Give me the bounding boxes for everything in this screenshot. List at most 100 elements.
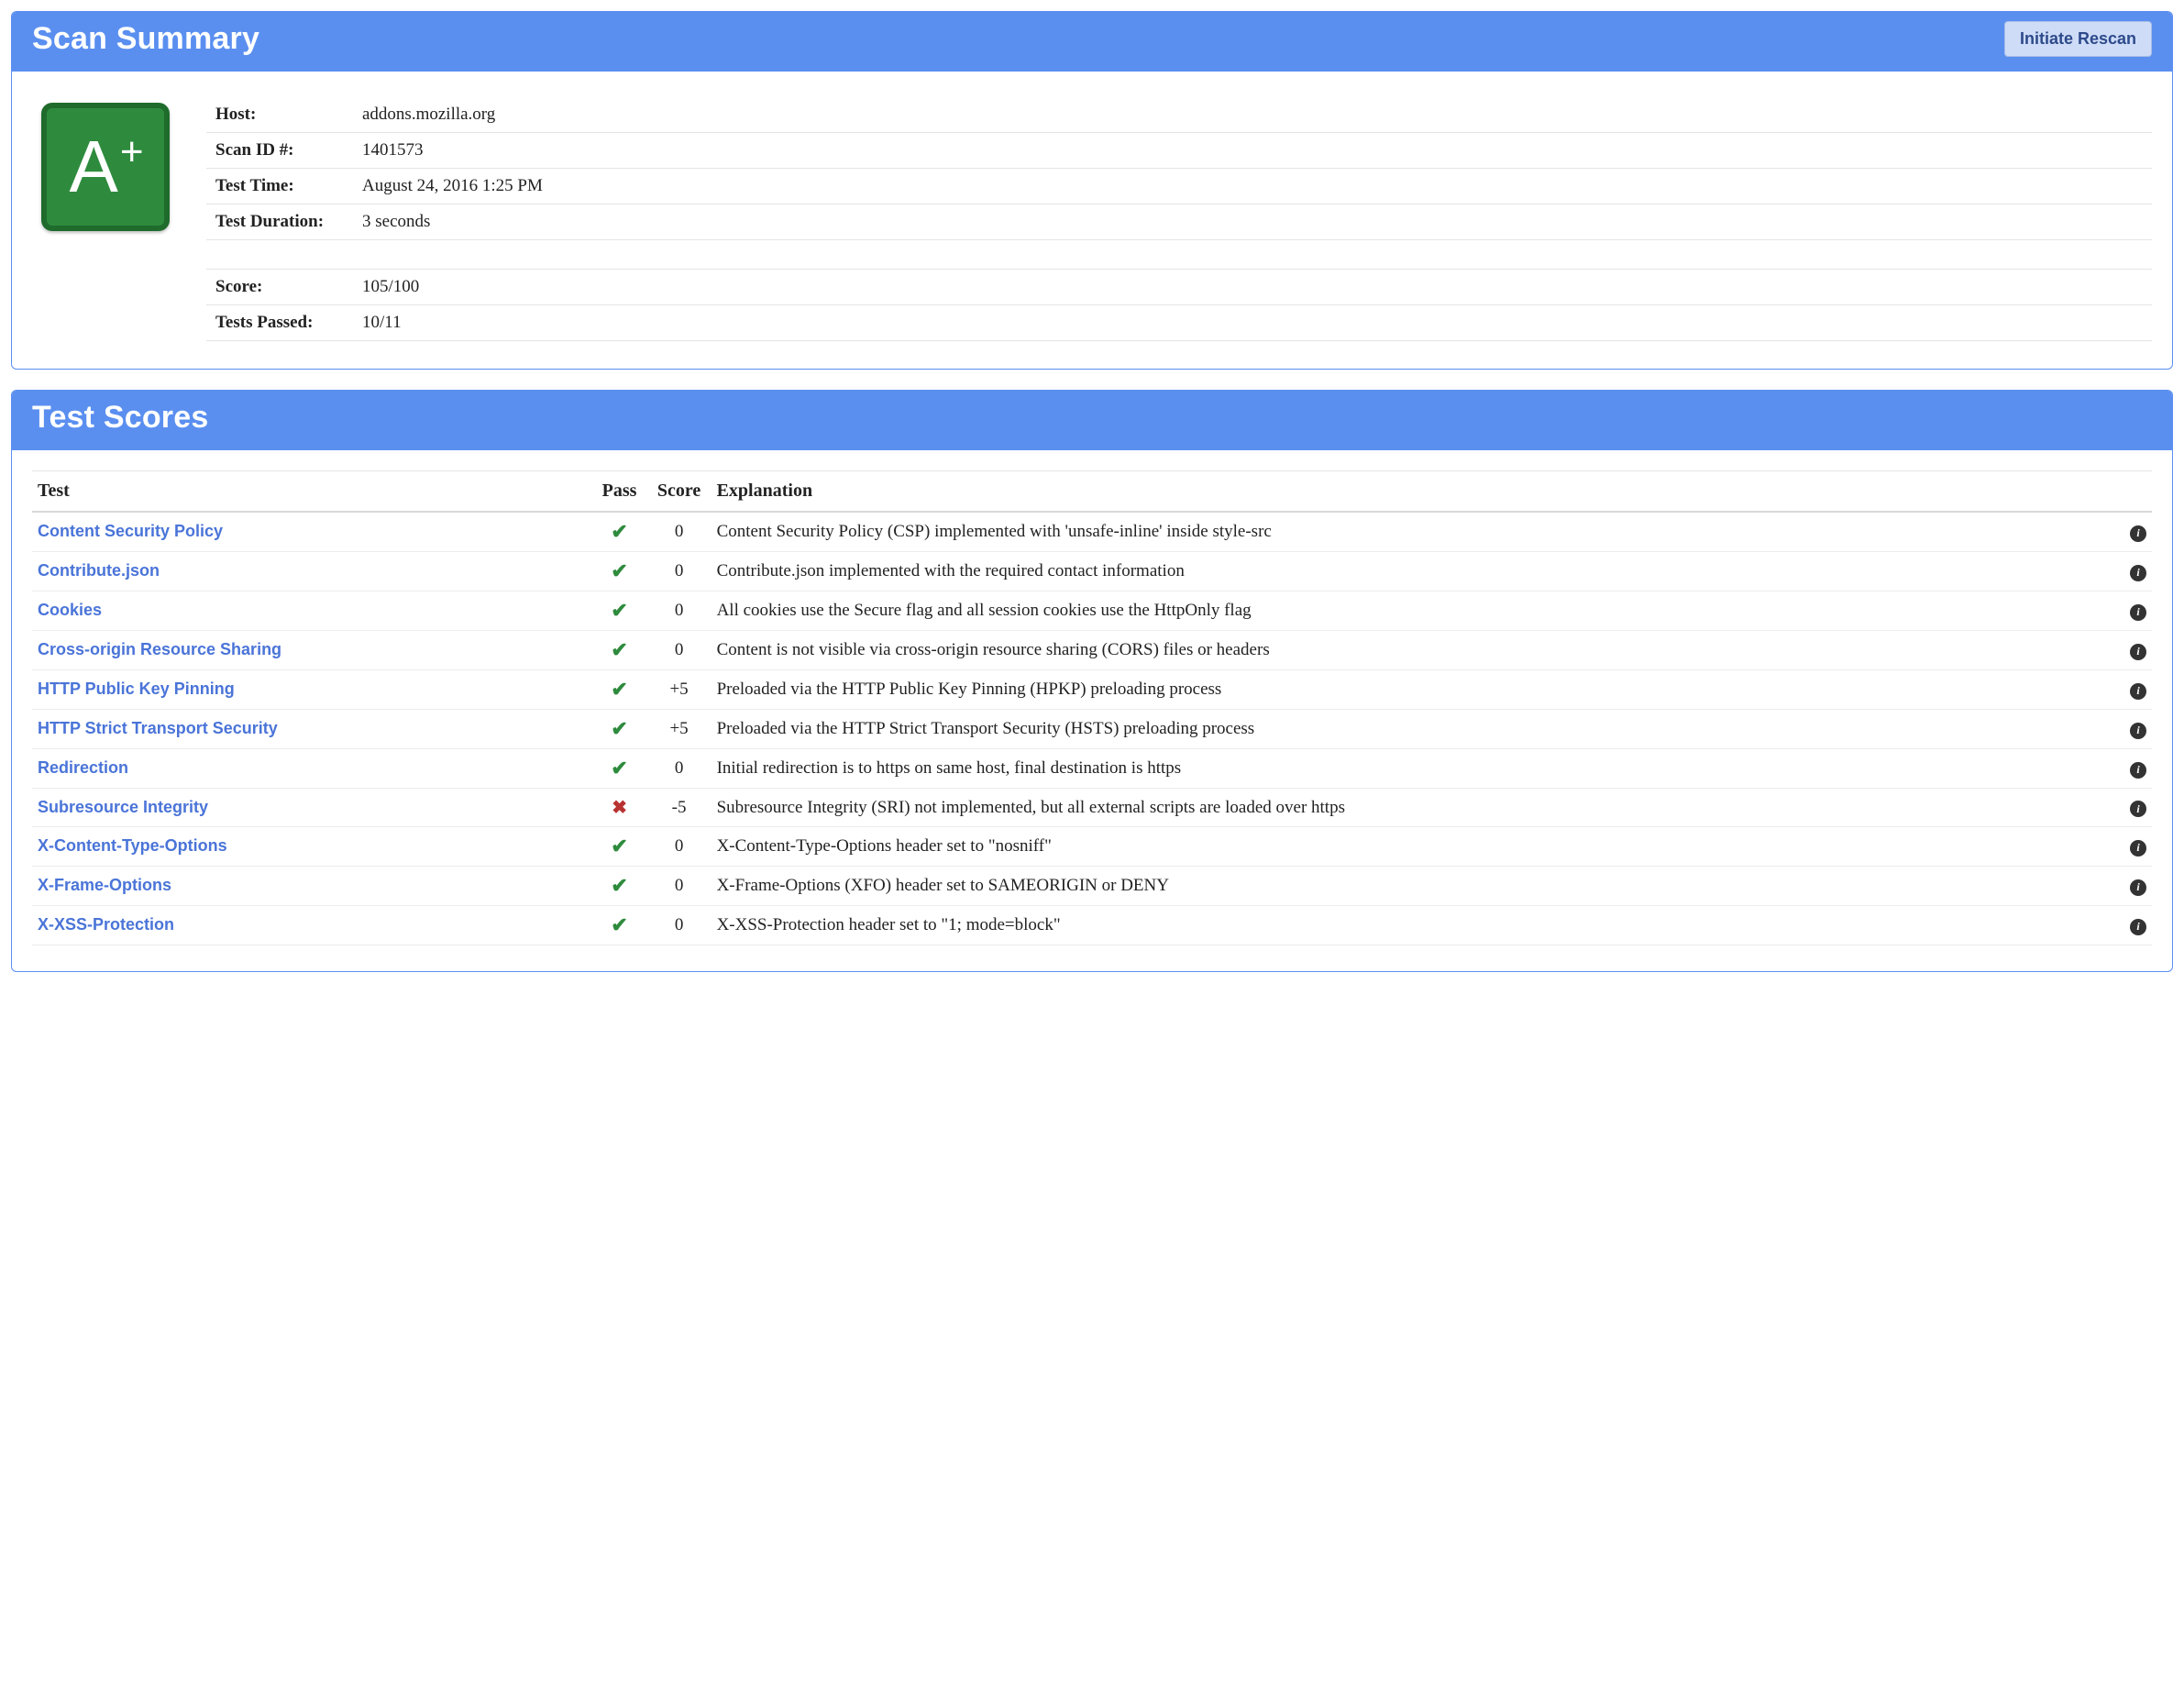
info-icon[interactable]: i [2130, 879, 2146, 896]
test-link[interactable]: Contribute.json [38, 561, 160, 580]
col-header-score: Score [647, 471, 711, 513]
explanation-cell: Content is not visible via cross-origin … [711, 631, 2115, 670]
grade-badge: A + [41, 103, 170, 231]
grade-suffix: + [120, 129, 144, 175]
test-name-cell: Cookies [32, 591, 592, 631]
info-icon[interactable]: i [2130, 604, 2146, 621]
score-cell: 0 [647, 512, 711, 552]
cross-icon: ✖ [612, 796, 627, 819]
info-cell: i [2115, 710, 2152, 749]
score-cell: 0 [647, 552, 711, 591]
test-name-cell: Content Security Policy [32, 512, 592, 552]
summary-table: Host: addons.mozilla.org Scan ID #: 1401… [206, 97, 2152, 341]
initiate-rescan-button[interactable]: Initiate Rescan [2004, 21, 2152, 57]
explanation-cell: X-Frame-Options (XFO) header set to SAME… [711, 867, 2115, 906]
table-row: Contribute.json✔0Contribute.json impleme… [32, 552, 2152, 591]
test-link[interactable]: Subresource Integrity [38, 798, 208, 816]
summary-label: Score: [206, 270, 353, 305]
check-icon: ✔ [611, 520, 627, 544]
test-scores-body: Test Pass Score Explanation Content Secu… [12, 450, 2172, 971]
table-row: Subresource Integrity✖-5Subresource Inte… [32, 789, 2152, 827]
info-cell: i [2115, 827, 2152, 867]
summary-label: Tests Passed: [206, 305, 353, 341]
info-cell: i [2115, 906, 2152, 945]
scan-summary-body: A + Host: addons.mozilla.org Scan ID #: … [12, 72, 2172, 369]
check-icon: ✔ [611, 559, 627, 583]
info-icon[interactable]: i [2130, 762, 2146, 779]
info-icon[interactable]: i [2130, 840, 2146, 857]
summary-value: 105/100 [353, 270, 2152, 305]
check-icon: ✔ [611, 717, 627, 741]
test-link[interactable]: Cookies [38, 601, 102, 619]
col-header-pass: Pass [592, 471, 647, 513]
score-cell: 0 [647, 631, 711, 670]
test-link[interactable]: Content Security Policy [38, 522, 223, 540]
test-link[interactable]: HTTP Strict Transport Security [38, 719, 278, 737]
pass-cell: ✔ [592, 867, 647, 906]
table-row: HTTP Strict Transport Security✔+5Preload… [32, 710, 2152, 749]
info-icon[interactable]: i [2130, 723, 2146, 739]
check-icon: ✔ [611, 678, 627, 702]
check-icon: ✔ [611, 757, 627, 780]
info-cell: i [2115, 867, 2152, 906]
table-row: HTTP Public Key Pinning✔+5Preloaded via … [32, 670, 2152, 710]
explanation-cell: X-Content-Type-Options header set to "no… [711, 827, 2115, 867]
scan-summary-header: Scan Summary Initiate Rescan [12, 12, 2172, 72]
info-cell: i [2115, 591, 2152, 631]
summary-row-spacer [206, 240, 2152, 270]
info-icon[interactable]: i [2130, 683, 2146, 700]
test-name-cell: HTTP Public Key Pinning [32, 670, 592, 710]
check-icon: ✔ [611, 638, 627, 662]
summary-row-duration: Test Duration: 3 seconds [206, 204, 2152, 240]
score-cell: 0 [647, 827, 711, 867]
test-scores-panel: Test Scores Test Pass Score Explanation … [11, 390, 2173, 972]
info-icon[interactable]: i [2130, 801, 2146, 817]
test-link[interactable]: X-Content-Type-Options [38, 836, 227, 855]
summary-row-scanid: Scan ID #: 1401573 [206, 133, 2152, 169]
pass-cell: ✔ [592, 906, 647, 945]
pass-cell: ✔ [592, 552, 647, 591]
explanation-cell: Content Security Policy (CSP) implemente… [711, 512, 2115, 552]
info-cell: i [2115, 789, 2152, 827]
pass-cell: ✔ [592, 591, 647, 631]
check-icon: ✔ [611, 834, 627, 858]
check-icon: ✔ [611, 913, 627, 937]
test-link[interactable]: X-Frame-Options [38, 876, 171, 894]
summary-value: addons.mozilla.org [353, 97, 2152, 133]
col-header-info [2115, 471, 2152, 513]
test-link[interactable]: Cross-origin Resource Sharing [38, 640, 281, 658]
summary-value: 1401573 [353, 133, 2152, 169]
summary-value: 3 seconds [353, 204, 2152, 240]
info-icon[interactable]: i [2130, 644, 2146, 660]
explanation-cell: Initial redirection is to https on same … [711, 749, 2115, 789]
test-scores-title: Test Scores [32, 400, 208, 436]
check-icon: ✔ [611, 874, 627, 898]
table-row: X-Content-Type-Options ✔ 0X-Content-Type-O… [32, 827, 2152, 867]
pass-cell: ✔ [592, 512, 647, 552]
test-name-cell: Cross-origin Resource Sharing [32, 631, 592, 670]
score-cell: 0 [647, 749, 711, 789]
explanation-cell: Preloaded via the HTTP Strict Transport … [711, 710, 2115, 749]
scan-summary-title: Scan Summary [32, 21, 259, 57]
score-cell: 0 [647, 591, 711, 631]
test-link[interactable]: X-XSS-Protection [38, 915, 174, 934]
info-icon[interactable]: i [2130, 525, 2146, 542]
test-name-cell: Redirection [32, 749, 592, 789]
explanation-cell: X-XSS-Protection header set to "1; mode=… [711, 906, 2115, 945]
info-icon[interactable]: i [2130, 919, 2146, 935]
summary-row-score: Score: 105/100 [206, 270, 2152, 305]
test-link[interactable]: Redirection [38, 758, 128, 777]
summary-row-passed: Tests Passed: 10/11 [206, 305, 2152, 341]
summary-row-host: Host: addons.mozilla.org [206, 97, 2152, 133]
info-icon[interactable]: i [2130, 565, 2146, 581]
table-row: Redirection ✔ 0Initial redirection is to h… [32, 749, 2152, 789]
table-header-row: Test Pass Score Explanation [32, 471, 2152, 513]
pass-cell: ✖ [592, 789, 647, 827]
score-cell: 0 [647, 867, 711, 906]
test-name-cell: Contribute.json [32, 552, 592, 591]
summary-value: 10/11 [353, 305, 2152, 341]
table-row: Cookies✔0All cookies use the Secure flag… [32, 591, 2152, 631]
test-scores-table: Test Pass Score Explanation Content Secu… [32, 470, 2152, 945]
table-row: X-XSS-Protection✔0X-XSS-Protection heade… [32, 906, 2152, 945]
test-link[interactable]: HTTP Public Key Pinning [38, 680, 235, 698]
